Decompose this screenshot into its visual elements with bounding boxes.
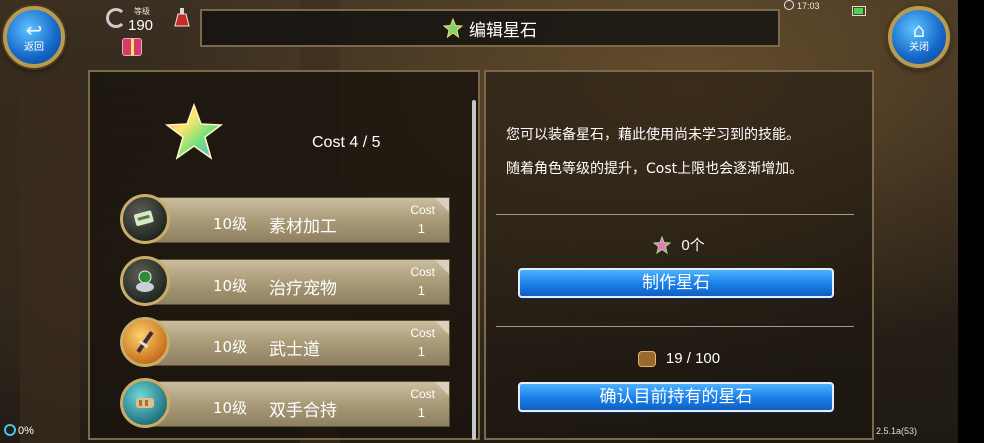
skill-bar: 10级 武士道 Cost 1 <box>148 320 450 366</box>
back-button-label: 返回 <box>24 42 44 53</box>
close-button-label: 关闭 <box>909 42 929 53</box>
stone-count-row: 0个 <box>486 234 872 255</box>
close-button[interactable]: ⌂ 关闭 <box>888 6 950 68</box>
skill-cost-label: Cost <box>410 387 435 401</box>
cost-summary: Cost 4 / 5 <box>312 134 381 151</box>
craft-stone-button[interactable]: 制作星石 <box>518 268 834 298</box>
skill-level: 10级 <box>213 399 248 417</box>
description-line-1: 您可以装备星石，藉此使用尚未学习到的技能。 <box>506 127 800 143</box>
progress-indicator: 0% <box>4 424 34 437</box>
level-value: 190 <box>128 17 154 34</box>
pouch-icon <box>637 350 656 367</box>
back-arrow-icon: ↩ <box>25 18 43 42</box>
skill-bar: 10级 素材加工 Cost 1 <box>148 197 450 243</box>
status-clock: 17:03 <box>784 0 820 11</box>
divider <box>496 326 854 327</box>
skill-level: 10级 <box>213 215 248 233</box>
material-count-row: 19 / 100 <box>486 350 872 367</box>
skill-row[interactable]: 10级 双手合持 Cost 1 <box>120 378 452 428</box>
version-label: 2.5.1a(53) <box>876 426 918 436</box>
confirm-stones-button[interactable]: 确认目前持有的星石 <box>518 382 834 412</box>
corner-decoration <box>435 260 449 274</box>
info-panel: 您可以装备星石，藉此使用尚未学习到的技能。 随着角色等级的提升，Cost上限也会… <box>484 70 874 440</box>
corner-decoration <box>435 198 449 212</box>
skill-cost-value: 1 <box>417 405 425 420</box>
player-info: 等级 190 <box>104 2 196 58</box>
skill-row[interactable]: 10级 素材加工 Cost 1 <box>120 194 452 244</box>
battery-icon <box>852 6 866 16</box>
skill-name: 治疗宠物 <box>269 279 337 299</box>
title-bar: 编辑星石 <box>200 9 780 47</box>
clock-icon <box>784 0 794 10</box>
skill-row[interactable]: 10级 武士道 Cost 1 <box>120 317 452 367</box>
two-hand-icon <box>120 378 170 428</box>
divider <box>496 214 854 215</box>
skill-cost-label: Cost <box>410 326 435 340</box>
star-stone-icon <box>653 235 672 254</box>
potion-icon[interactable] <box>174 8 190 28</box>
progress-value: 0% <box>18 425 34 437</box>
gift-icon[interactable] <box>122 38 142 56</box>
home-icon: ⌂ <box>912 18 926 42</box>
skill-cost-label: Cost <box>410 203 435 217</box>
scrollbar[interactable] <box>472 100 476 440</box>
corner-decoration <box>435 321 449 335</box>
star-stone-panel: Cost 4 / 5 10级 素材加工 Cost 1 10级 治疗宠物 Cost… <box>88 70 480 440</box>
status-time: 17:03 <box>797 1 820 11</box>
skill-row[interactable]: 10级 治疗宠物 Cost 1 <box>120 256 452 306</box>
page-title: 编辑星石 <box>469 20 537 41</box>
swirl-icon <box>106 8 126 28</box>
corner-decoration <box>435 382 449 396</box>
screen-edge <box>958 0 984 443</box>
skill-cost-value: 1 <box>417 344 425 359</box>
skill-name: 素材加工 <box>269 217 337 237</box>
back-button[interactable]: ↩ 返回 <box>3 6 65 68</box>
description-line-2: 随着角色等级的提升，Cost上限也会逐渐增加。 <box>506 161 804 177</box>
pet-heal-icon <box>120 256 170 306</box>
background-beam <box>20 80 80 443</box>
katana-icon <box>120 317 170 367</box>
stone-count: 0个 <box>681 237 705 254</box>
skill-cost-value: 1 <box>417 221 425 236</box>
skill-level: 10级 <box>213 277 248 295</box>
loading-ring-icon <box>4 424 16 436</box>
skill-cost-value: 1 <box>417 283 425 298</box>
material-scroll-icon <box>120 194 170 244</box>
material-count: 19 / 100 <box>665 350 721 367</box>
skill-name: 武士道 <box>269 340 320 360</box>
skill-level: 10级 <box>213 338 248 356</box>
level-label: 等级 <box>134 7 150 16</box>
skill-bar: 10级 双手合持 Cost 1 <box>148 381 450 427</box>
star-stone-icon <box>443 18 463 38</box>
skill-name: 双手合持 <box>269 401 337 421</box>
skill-bar: 10级 治疗宠物 Cost 1 <box>148 259 450 305</box>
skill-cost-label: Cost <box>410 265 435 279</box>
rainbow-star-icon <box>164 102 224 160</box>
